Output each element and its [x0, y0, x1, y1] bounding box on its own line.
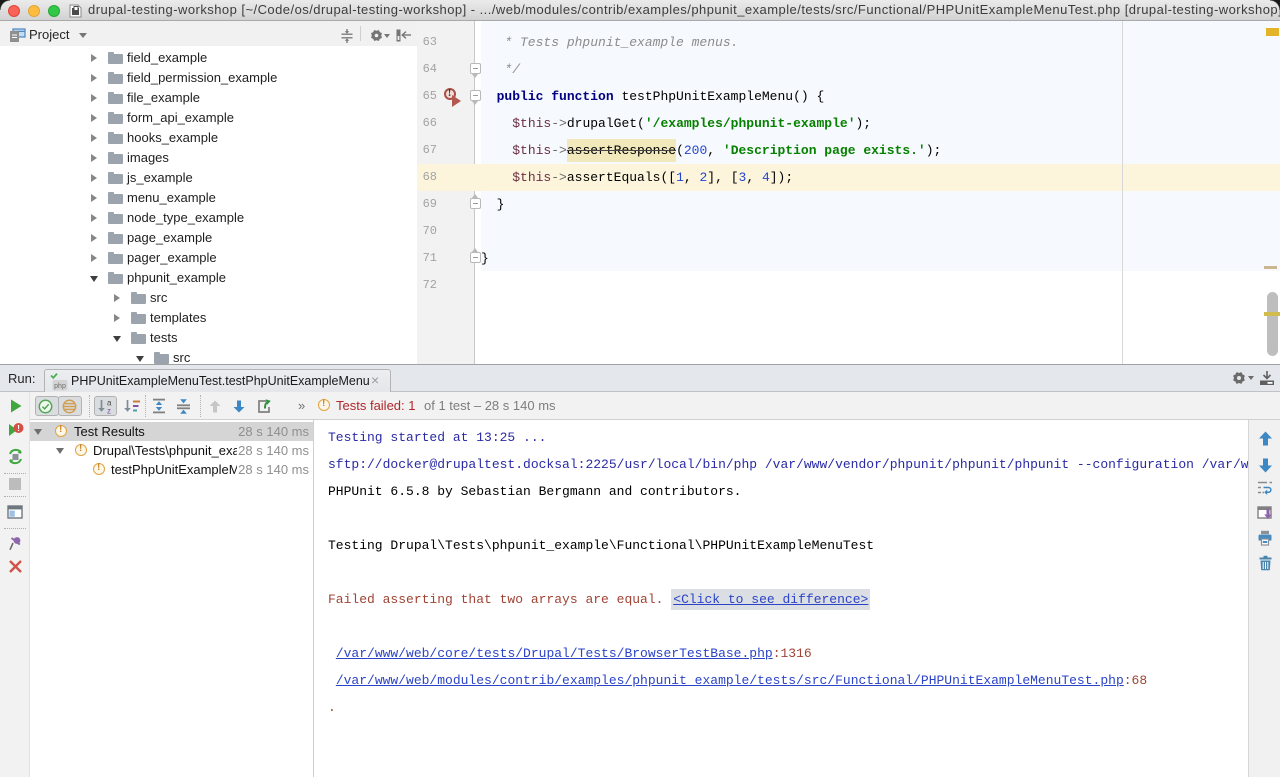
svg-text:!: ! [17, 423, 20, 433]
svg-text:php: php [54, 383, 66, 390]
svg-text:z: z [107, 407, 111, 415]
